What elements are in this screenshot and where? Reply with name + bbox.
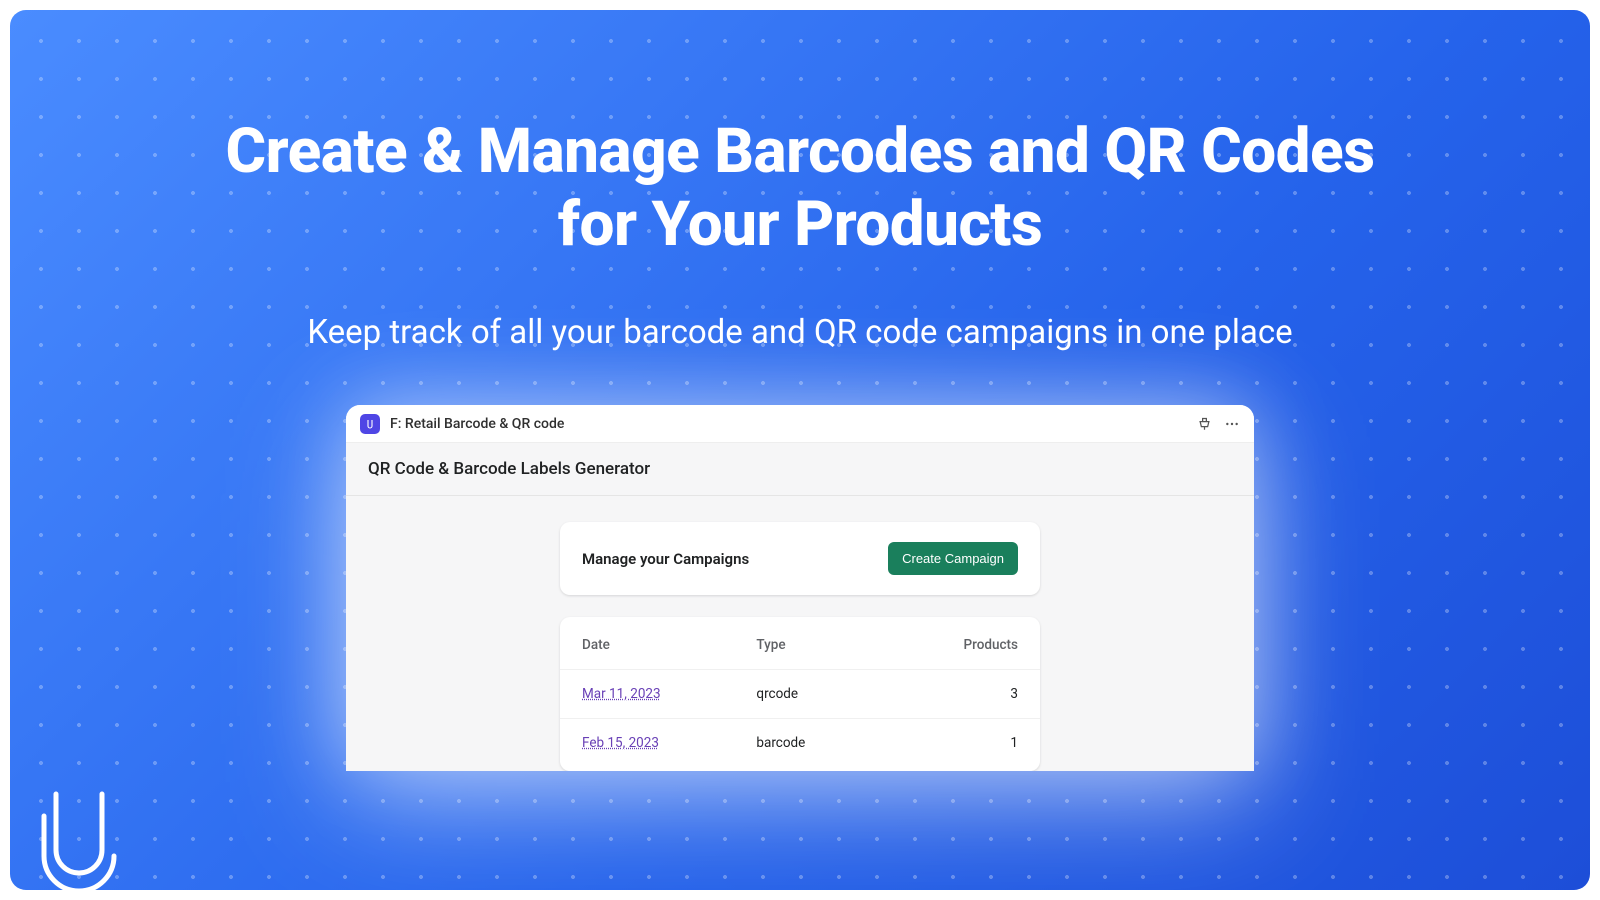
hero-subtitle: Keep track of all your barcode and QR co… bbox=[307, 309, 1292, 357]
table-header-row: Date Type Products bbox=[560, 621, 1040, 669]
campaigns-table: Date Type Products Mar 11, 2023 qrcode 3… bbox=[560, 617, 1040, 771]
app-logo-icon bbox=[360, 414, 380, 434]
campaign-type: barcode bbox=[756, 735, 918, 751]
panel-heading: Manage your Campaigns bbox=[582, 550, 749, 568]
pin-icon[interactable] bbox=[1197, 416, 1212, 431]
window-title: F: Retail Barcode & QR code bbox=[390, 416, 564, 432]
app-window: F: Retail Barcode & QR code QR Co bbox=[346, 405, 1254, 771]
col-header-products: Products bbox=[918, 637, 1018, 653]
app-subheader: QR Code & Barcode Labels Generator bbox=[346, 443, 1254, 496]
campaign-products-count: 1 bbox=[918, 735, 1018, 751]
brand-logo-icon bbox=[38, 786, 120, 890]
campaign-products-count: 3 bbox=[918, 686, 1018, 702]
manage-campaigns-card: Manage your Campaigns Create Campaign bbox=[560, 522, 1040, 595]
col-header-date: Date bbox=[582, 637, 756, 653]
page-title: QR Code & Barcode Labels Generator bbox=[368, 459, 1232, 479]
more-icon[interactable] bbox=[1224, 416, 1240, 432]
campaign-date-link[interactable]: Feb 15, 2023 bbox=[582, 735, 756, 751]
create-campaign-button[interactable]: Create Campaign bbox=[888, 542, 1018, 575]
app-titlebar: F: Retail Barcode & QR code bbox=[346, 405, 1254, 443]
hero-title: Create & Manage Barcodes and QR Codes fo… bbox=[200, 115, 1400, 261]
campaign-date-link[interactable]: Mar 11, 2023 bbox=[582, 686, 756, 702]
table-row: Mar 11, 2023 qrcode 3 bbox=[560, 669, 1040, 718]
table-row: Feb 15, 2023 barcode 1 bbox=[560, 718, 1040, 767]
campaign-type: qrcode bbox=[756, 686, 918, 702]
col-header-type: Type bbox=[756, 637, 918, 653]
